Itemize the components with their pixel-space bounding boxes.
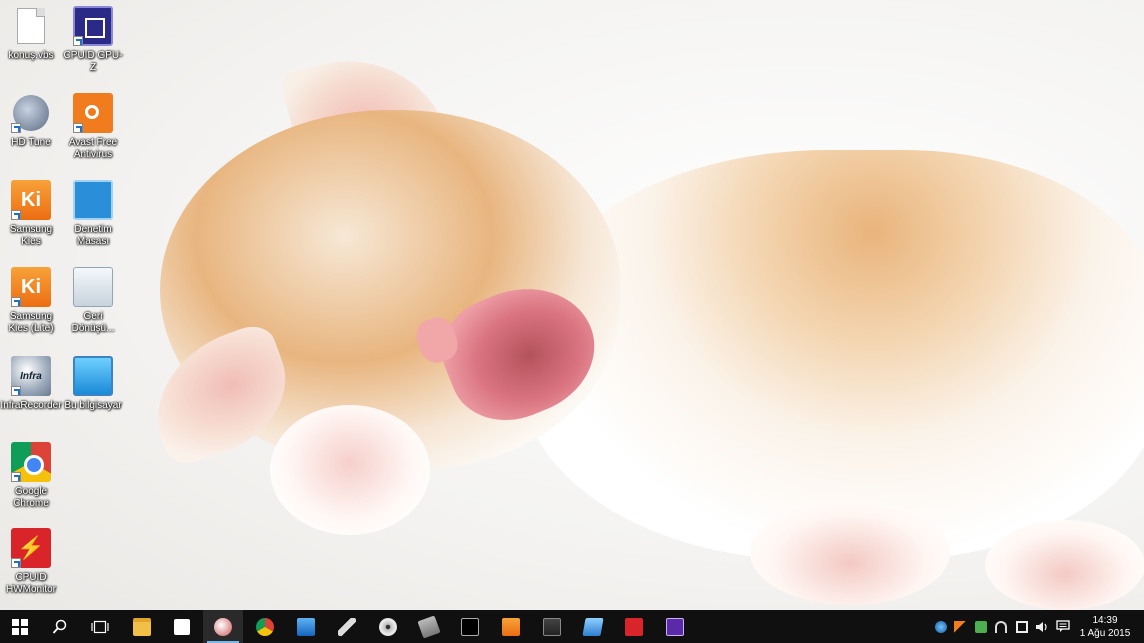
desktop-icon-label: CPUID GPU-Z bbox=[63, 50, 123, 73]
desktop-icon-samsung-kies[interactable]: Ki Samsung Kies bbox=[0, 180, 62, 248]
desktop-icon-label: Samsung Kies (Lite) bbox=[8, 311, 54, 334]
folder-icon bbox=[133, 617, 151, 636]
hd-tune-icon bbox=[11, 93, 51, 133]
desktop-icon-label: Denetim Masası bbox=[74, 224, 112, 247]
store-button[interactable] bbox=[162, 610, 202, 643]
avast-icon bbox=[954, 620, 966, 633]
desktop-icon-label: Google Chrome bbox=[13, 486, 49, 509]
tray-network-icon[interactable] bbox=[1013, 610, 1031, 643]
chrome-taskbar-button[interactable] bbox=[245, 610, 285, 643]
desktop-icon-gpuz[interactable]: CPUID GPU-Z bbox=[62, 6, 124, 74]
desktop-icon-label: Avast Free Antivirus bbox=[68, 137, 118, 160]
volume-icon bbox=[1036, 621, 1047, 632]
taskbar-clock[interactable]: 14:39 1 Ağu 2015 bbox=[1076, 610, 1134, 643]
kies-taskbar-button[interactable] bbox=[491, 610, 531, 643]
chrome-icon bbox=[256, 617, 274, 636]
remote-app-button[interactable] bbox=[573, 610, 613, 643]
tray-volume-icon[interactable] bbox=[1033, 610, 1051, 643]
hwmonitor-icon: ⚡ bbox=[11, 528, 51, 568]
desktop-icon-chrome[interactable]: Google Chrome bbox=[0, 442, 62, 510]
store-icon bbox=[174, 618, 190, 635]
samsung-kies-icon: Ki bbox=[11, 180, 51, 220]
search-button[interactable] bbox=[40, 610, 80, 643]
gpu-z-icon bbox=[73, 6, 113, 46]
desktop-icon-avast[interactable]: Avast Free Antivirus bbox=[62, 93, 124, 161]
desktop-icon-this-pc[interactable]: Bu bilgisayar bbox=[62, 356, 124, 412]
pen-tool-button[interactable] bbox=[327, 610, 367, 643]
desktop-icon-label: CPUID HWMonitor bbox=[5, 572, 56, 595]
taskbar: 14:39 1 Ağu 2015 bbox=[0, 610, 1144, 643]
desktop-icon-control-panel[interactable]: Denetim Masası bbox=[62, 180, 124, 248]
downloader-button[interactable] bbox=[286, 610, 326, 643]
terminal-icon bbox=[461, 617, 479, 636]
hwmonitor-taskbar-button[interactable] bbox=[614, 610, 654, 643]
gpu-card-icon bbox=[543, 617, 561, 636]
tray-bluetooth-icon[interactable] bbox=[992, 610, 1010, 643]
hwmonitor-icon bbox=[625, 617, 643, 636]
globe-icon bbox=[935, 620, 947, 633]
start-button[interactable] bbox=[0, 610, 40, 643]
task-view-button[interactable] bbox=[80, 610, 120, 643]
control-panel-icon bbox=[73, 180, 113, 220]
usb-icon bbox=[975, 620, 987, 633]
desktop-icon-label: Bu bilgisayar bbox=[64, 400, 122, 411]
clock-time: 14:39 bbox=[1092, 614, 1118, 626]
samsung-kies-icon bbox=[502, 617, 520, 636]
gpu-app-button[interactable] bbox=[532, 610, 572, 643]
search-icon bbox=[52, 619, 67, 634]
recycle-bin-icon bbox=[73, 267, 113, 307]
samsung-kies-lite-icon: Ki bbox=[11, 267, 51, 307]
desktop-icon-infrarecorder[interactable]: Infra InfraRecorder bbox=[0, 356, 62, 412]
desktop-icon-label: konuş.vbs bbox=[8, 50, 54, 61]
paint-app-button[interactable] bbox=[203, 610, 243, 643]
desktop-icon-samsung-kies-lite[interactable]: Ki Samsung Kies (Lite) bbox=[0, 267, 62, 335]
gpu-z-icon bbox=[666, 617, 684, 636]
file-explorer-button[interactable] bbox=[122, 610, 162, 643]
paint-icon bbox=[214, 617, 232, 636]
avast-icon bbox=[73, 93, 113, 133]
computer-icon bbox=[73, 356, 113, 396]
drive-icon bbox=[417, 614, 441, 639]
desktop[interactable]: konuş.vbs HD Tune Ki Samsung Kies Ki Sam… bbox=[0, 0, 1144, 610]
desktop-icon-recycle-bin[interactable]: Geri Dönüşü... bbox=[62, 267, 124, 335]
tray-usb-icon[interactable] bbox=[972, 610, 990, 643]
disc-app-button[interactable] bbox=[368, 610, 408, 643]
tray-app-icon[interactable] bbox=[932, 610, 950, 643]
clock-date: 1 Ağu 2015 bbox=[1079, 627, 1131, 639]
window-icon bbox=[582, 617, 604, 636]
task-view-icon bbox=[91, 620, 109, 633]
desktop-icon-label: HD Tune bbox=[11, 137, 51, 148]
desktop-icon-label: Samsung Kies bbox=[9, 224, 53, 247]
disc-icon bbox=[379, 617, 397, 636]
action-center-icon bbox=[1056, 620, 1070, 632]
desktop-icon-hdtune[interactable]: HD Tune bbox=[0, 93, 62, 149]
infrarecorder-icon: Infra bbox=[11, 356, 51, 396]
gpuz-taskbar-button[interactable] bbox=[655, 610, 695, 643]
windows-logo-icon bbox=[12, 618, 28, 635]
tray-avast-icon[interactable] bbox=[951, 610, 969, 643]
hd-tune-taskbar-button[interactable] bbox=[409, 610, 449, 643]
action-center-button[interactable] bbox=[1054, 610, 1072, 643]
desktop-icon-hwmonitor[interactable]: ⚡ CPUID HWMonitor bbox=[0, 528, 62, 596]
pen-icon bbox=[338, 617, 356, 636]
desktop-icon-label: Geri Dönüşü... bbox=[71, 311, 115, 334]
download-icon bbox=[297, 617, 315, 636]
desktop-icon-konusvbs[interactable]: konuş.vbs bbox=[0, 6, 62, 62]
desktop-icon-label: InfraRecorder bbox=[0, 400, 62, 411]
cmd-button[interactable] bbox=[450, 610, 490, 643]
document-icon bbox=[11, 6, 51, 46]
wifi-icon bbox=[995, 620, 1007, 633]
chrome-icon bbox=[11, 442, 51, 482]
network-icon bbox=[1016, 620, 1028, 633]
